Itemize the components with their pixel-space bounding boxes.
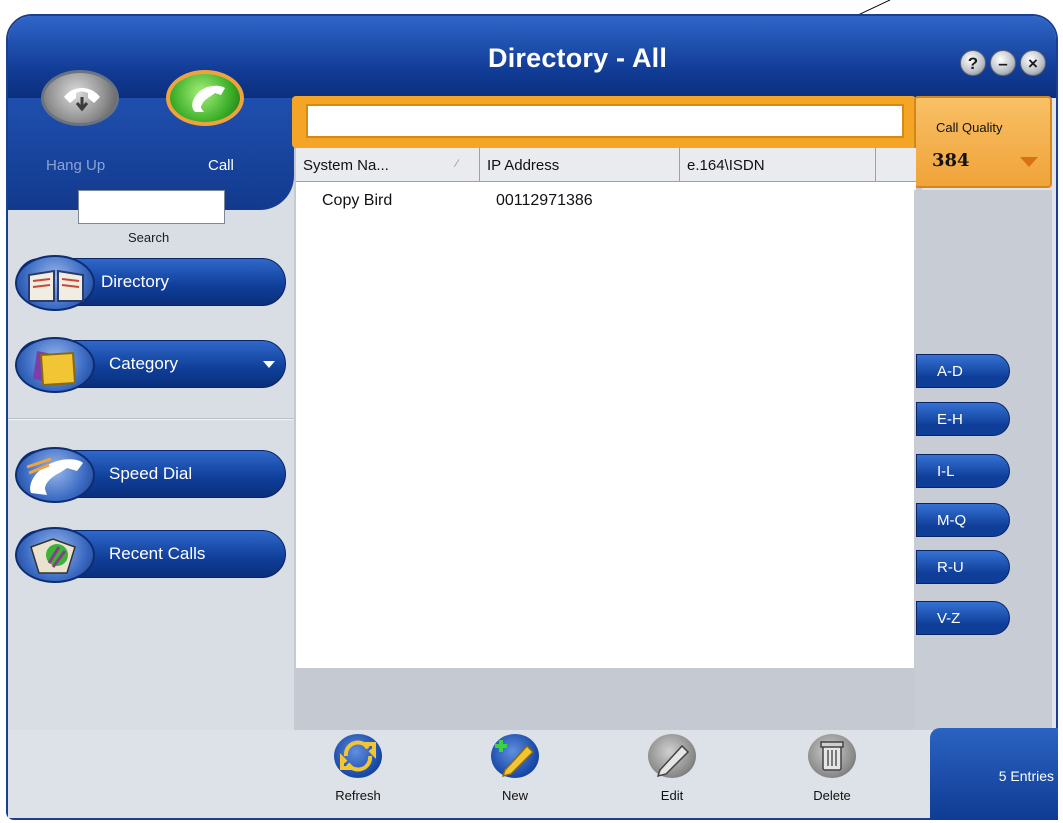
trash-icon [808,734,856,778]
nav-speed-dial-button[interactable]: Speed Dial [15,447,286,503]
phone-icon [15,447,95,503]
edit-label: Edit [660,788,684,803]
filter-v-z-button[interactable]: V-Z [916,601,1010,635]
nav-speed-dial-label: Speed Dial [109,464,193,483]
column-filler [876,148,916,182]
directory-table: System Na... ⁄ IP Address e.164\ISDN Cop… [296,148,916,668]
filter-r-u-button[interactable]: R-U [916,550,1010,584]
delete-label: Delete [813,788,851,803]
column-isdn-label: e.164\ISDN [687,157,765,174]
help-icon[interactable]: ? [960,50,986,76]
search-label: Search [128,230,170,245]
nav-recent-calls-label: Recent Calls [109,544,206,563]
chevron-down-icon [263,361,275,368]
call-quality-value: 384 [932,150,970,171]
column-ip-address[interactable]: IP Address [480,148,680,182]
hang-up-icon [64,88,100,112]
delete-button[interactable]: Delete [792,728,872,818]
nav-divider [8,418,294,420]
hang-up-label: Hang Up [46,157,106,174]
book-icon [15,255,95,311]
nav-category-label: Category [109,354,178,373]
column-system-name[interactable]: System Na... ⁄ [296,148,480,182]
refresh-label: Refresh [335,788,381,803]
title-bar: Directory - All ? – × [8,16,1056,98]
folder-icon [15,337,95,393]
call-quality-panel[interactable]: Call Quality 384 [914,96,1052,188]
call-icon [192,85,225,112]
entries-count: 5 Entries [998,768,1054,784]
nav-recent-calls-button[interactable]: Recent Calls [15,527,286,583]
nav-directory-label: Directory [101,272,170,291]
new-label: New [501,788,528,803]
window-title: Directory - All [488,43,668,73]
filter-m-q-button[interactable]: M-Q [916,503,1010,537]
call-label: Call [208,157,234,174]
refresh-icon [334,734,382,778]
edit-icon [648,734,696,778]
address-input[interactable] [306,104,904,138]
table-row[interactable]: Copy Bird 00112971386 [296,188,916,216]
new-entry-icon [491,734,539,778]
call-quality-label: Call Quality [936,120,1003,135]
table-header: System Na... ⁄ IP Address e.164\ISDN [296,148,916,182]
nav-category-button[interactable]: Category [15,337,286,393]
chevron-down-icon[interactable] [1020,157,1038,167]
column-system-name-label: System Na... [303,157,389,174]
window-controls: ? – × [960,50,1046,76]
hang-up-button[interactable] [41,70,119,126]
column-ip-address-label: IP Address [487,157,560,174]
minimize-icon[interactable]: – [990,50,1016,76]
call-button[interactable] [166,70,244,126]
cell-system-name: Copy Bird [322,192,393,209]
cell-ip-address: 00112971386 [496,192,593,209]
refresh-button[interactable]: Refresh [318,728,398,818]
recent-calls-icon [15,527,95,583]
edit-button[interactable]: Edit [632,728,712,818]
entries-count-panel: 5 Entries [930,728,1058,820]
nav-directory-button[interactable]: Directory [15,255,286,311]
filter-e-h-button[interactable]: E-H [916,402,1010,436]
column-isdn[interactable]: e.164\ISDN [680,148,876,182]
close-icon[interactable]: × [1020,50,1046,76]
sort-icon: ⁄ [456,158,458,170]
left-panel: Hang Up Call Search Directory Category S… [8,70,294,818]
filter-a-d-button[interactable]: A-D [916,354,1010,388]
search-input[interactable] [78,190,225,224]
new-button[interactable]: New [475,728,555,818]
filter-i-l-button[interactable]: I-L [916,454,1010,488]
